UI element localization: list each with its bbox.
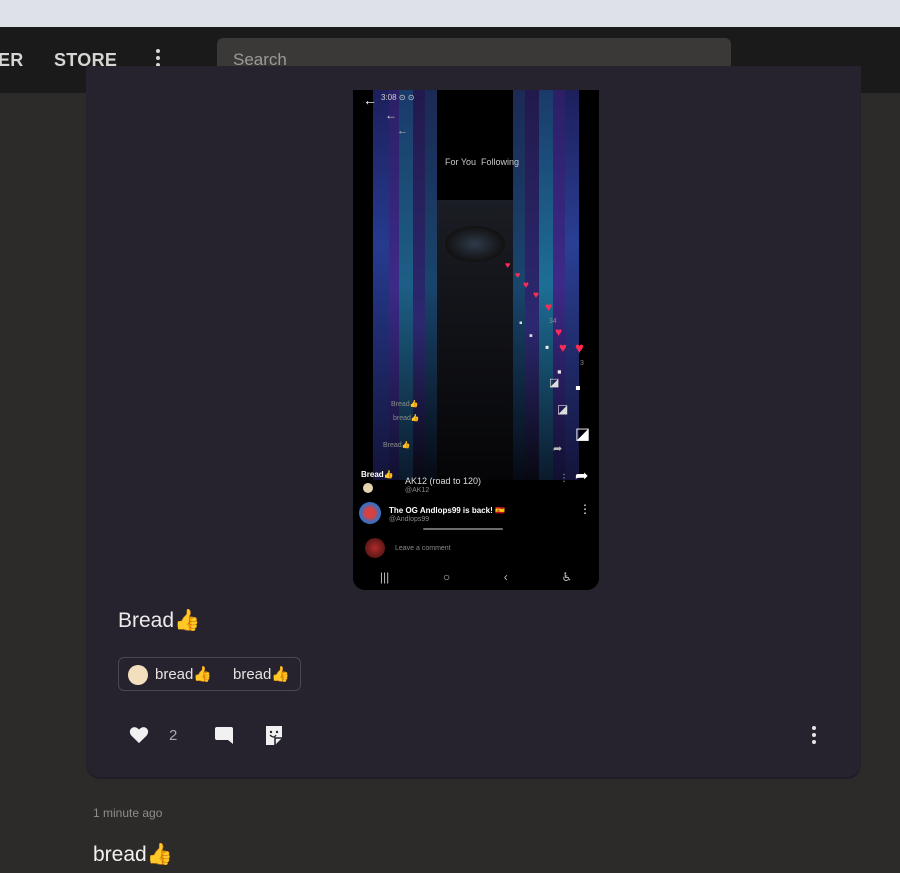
phone-tab-for-you: For You bbox=[445, 157, 477, 167]
comment-icon bbox=[215, 727, 233, 744]
phone-user-name: The OG Andlops99 is back! 🇪🇸 bbox=[389, 506, 505, 515]
heart-icon: ♥ bbox=[555, 325, 563, 339]
browser-chrome bbox=[0, 0, 900, 27]
phone-comment-icon: ▪ bbox=[575, 380, 581, 397]
image-streak bbox=[539, 90, 553, 480]
share-icon: ➦ bbox=[553, 443, 563, 455]
sticker-button[interactable] bbox=[264, 725, 284, 751]
post-image[interactable]: 3:08 ⊙ ⊙ ← ← ← For You Following ♥ ♥ ♥ ♥… bbox=[353, 90, 599, 590]
phone-like-icon: ♥ bbox=[575, 340, 584, 357]
phone-home-icon: ○ bbox=[442, 570, 451, 584]
phone-featured-sub: @AK12 bbox=[405, 487, 430, 494]
phone-divider bbox=[423, 528, 503, 530]
comment-icon: ▪ bbox=[529, 330, 533, 342]
phone-tab-following: Following bbox=[481, 157, 520, 167]
image-streak bbox=[373, 90, 389, 480]
nav-item-truncated[interactable]: ER bbox=[0, 50, 24, 71]
like-count: 2 bbox=[169, 727, 178, 744]
phone-comment-line: bread👍 bbox=[393, 415, 420, 422]
comment-icon: ▪ bbox=[519, 318, 523, 329]
phone-share-icon: ➦ bbox=[575, 468, 589, 485]
phone-sticker-icon: ◪ bbox=[575, 426, 591, 443]
timestamp: 1 minute ago bbox=[93, 806, 163, 820]
phone-featured-name: AK12 (road to 120) bbox=[405, 476, 482, 486]
image-streak bbox=[425, 90, 437, 480]
heart-icon: ♥ bbox=[559, 340, 567, 355]
sticker-icon: ◪ bbox=[549, 377, 560, 389]
heart-icon: ♥ bbox=[545, 300, 553, 314]
phone-back-arrow-icon: ← bbox=[397, 125, 408, 137]
phone-comment-prompt: Leave a comment bbox=[395, 545, 451, 552]
comment-icon: ▪ bbox=[545, 340, 550, 354]
next-post-title[interactable]: bread👍 bbox=[93, 843, 173, 867]
phone-count-inner: 34 bbox=[549, 318, 557, 325]
sticker-chip[interactable]: bread👍 bbox=[233, 665, 290, 683]
phone-back-arrow-icon: ← bbox=[363, 92, 377, 108]
phone-comment-line: Bread👍 bbox=[361, 470, 394, 479]
phone-recents-icon: ||| bbox=[379, 570, 390, 584]
phone-user-handle: @Andlops99 bbox=[389, 516, 430, 523]
heart-icon: ♥ bbox=[533, 290, 539, 301]
phone-status-bar: 3:08 ⊙ ⊙ bbox=[381, 93, 415, 102]
phone-comment-line: Bread👍 bbox=[391, 401, 419, 408]
heart-icon: ♥ bbox=[505, 260, 511, 270]
sticker-chip[interactable]: bread👍 bbox=[155, 665, 212, 683]
avatar[interactable] bbox=[128, 665, 148, 685]
phone-comment-line: Bread👍 bbox=[383, 442, 411, 449]
image-streak bbox=[553, 90, 565, 480]
phone-back-arrow-icon: ← bbox=[385, 108, 397, 122]
phone-more-icon: ⋮ bbox=[579, 502, 591, 516]
image-tunnel-glow bbox=[445, 226, 505, 262]
image-streak bbox=[565, 90, 579, 480]
sticker-replies[interactable]: bread👍 bread👍 bbox=[118, 657, 301, 691]
like-button[interactable] bbox=[129, 726, 149, 749]
phone-user-avatar bbox=[359, 502, 381, 524]
heart-icon: ♥ bbox=[523, 280, 529, 291]
comment-button[interactable] bbox=[214, 726, 234, 750]
phone-accessibility-icon: ♿ bbox=[561, 570, 573, 584]
heart-icon: ♥ bbox=[515, 270, 521, 280]
phone-self-avatar bbox=[365, 538, 385, 558]
phone-more-icon: ⋮ bbox=[559, 473, 569, 484]
post-caption: Bread👍 bbox=[118, 609, 201, 632]
heart-icon bbox=[129, 727, 149, 744]
post-more-icon[interactable] bbox=[806, 725, 822, 745]
sticker-icon bbox=[266, 726, 282, 745]
sticker-icon: ◪ bbox=[557, 402, 569, 416]
phone-back-icon: ‹ bbox=[503, 570, 508, 584]
phone-like-count: 3 bbox=[580, 360, 584, 367]
phone-nav-bar: ||| ○ ‹ ♿ bbox=[353, 564, 599, 590]
phone-avatar bbox=[363, 483, 373, 493]
